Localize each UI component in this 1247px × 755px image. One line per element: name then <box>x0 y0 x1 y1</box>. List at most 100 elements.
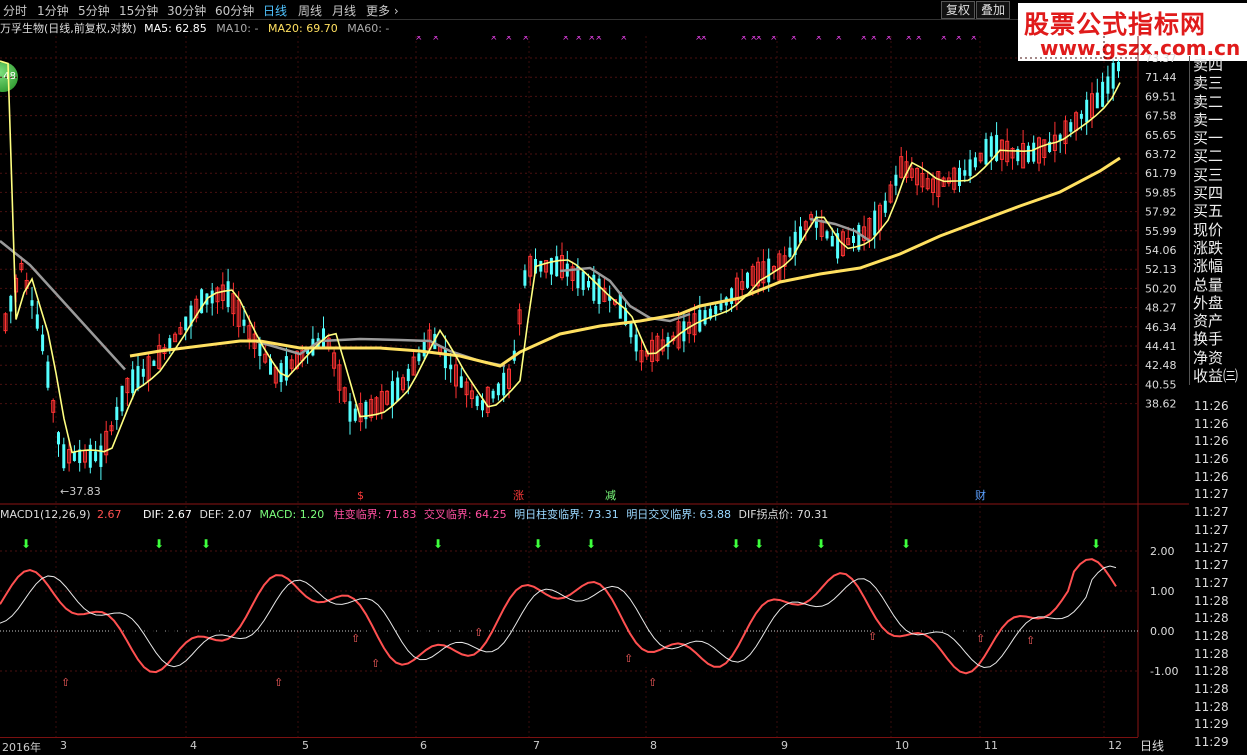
candle-body <box>1117 62 1120 71</box>
tab-5min[interactable]: 5分钟 <box>78 2 110 19</box>
sidebar-label: 卖四 <box>1189 56 1247 74</box>
tick-time: 11:26 <box>1189 433 1247 451</box>
macd-bar <box>834 570 837 630</box>
macd-bar <box>1035 625 1038 630</box>
macd-bar <box>703 630 706 684</box>
candle-body <box>41 335 44 352</box>
price-axis-label: 59.85 <box>1145 186 1177 199</box>
sidebar-label: 外盘 <box>1189 294 1247 312</box>
tab-monthly[interactable]: 月线 <box>332 2 356 19</box>
candle-body <box>894 175 897 186</box>
macd-bar <box>422 630 425 661</box>
macd-bar <box>838 571 841 630</box>
macd-bar <box>73 621 76 630</box>
candle-body <box>1032 143 1035 162</box>
macd-bar <box>69 621 72 630</box>
price-axis-label: 52.13 <box>1145 263 1177 276</box>
macd-bar <box>271 572 274 630</box>
tab-15min[interactable]: 15分钟 <box>119 2 158 19</box>
macd-bar <box>94 618 97 630</box>
tick-time: 11:29 <box>1189 716 1247 734</box>
macd-bar <box>52 606 55 630</box>
event-marker: × <box>415 36 423 43</box>
candle-body <box>460 376 463 387</box>
candle-body <box>152 361 155 366</box>
stock-info-line: 万孚生物(日线,前复权,对数) MA5: 62.85 MA10: - MA20:… <box>0 20 389 36</box>
sidebar-label: 买二 <box>1189 147 1247 165</box>
macd-bar <box>288 586 291 630</box>
macd-bar <box>1111 592 1114 630</box>
macd-bar <box>355 614 358 630</box>
candle-body <box>481 400 484 410</box>
macd-bar <box>254 588 257 630</box>
macd-bar <box>292 592 295 630</box>
tab-30min[interactable]: 30分钟 <box>167 2 206 19</box>
macd-bar <box>955 630 958 692</box>
macd-bar <box>321 603 324 630</box>
tick-time: 11:26 <box>1189 398 1247 416</box>
candle-body <box>31 300 34 306</box>
candle-body <box>629 322 632 337</box>
candle-body <box>598 279 601 304</box>
ma60-line-late <box>810 219 870 241</box>
overlay-button[interactable]: 叠加 <box>976 1 1010 19</box>
macd-bar <box>212 630 215 653</box>
macd-bar <box>653 630 656 663</box>
macd-bar <box>6 581 9 630</box>
macd-bar <box>863 615 866 630</box>
macd-bar <box>590 583 593 630</box>
macd-bar <box>892 630 895 648</box>
macd-bar <box>363 630 366 632</box>
event-marker: × <box>885 36 893 43</box>
month-label: 11 <box>984 739 998 752</box>
tab-more[interactable]: 更多 › <box>366 2 399 19</box>
tick-time: 11:26 <box>1189 416 1247 434</box>
tick-time: 11:27 <box>1189 504 1247 522</box>
candle-body <box>539 261 542 272</box>
jiaocha-value: 交叉临界: 64.25 <box>424 508 507 521</box>
candle-body <box>852 236 855 243</box>
event-marker: × <box>595 36 603 43</box>
tab-weekly[interactable]: 周线 <box>298 2 322 19</box>
macd-bar <box>540 597 543 630</box>
month-label: 7 <box>533 739 540 752</box>
candle-body <box>1101 82 1104 107</box>
macd-bar <box>279 577 282 630</box>
tab-daily[interactable]: 日线 <box>263 2 287 19</box>
macd-bar <box>649 630 652 666</box>
buy-arrow-icon: ⬇ <box>816 537 826 551</box>
macd-bar <box>661 630 664 659</box>
tick-time: 11:28 <box>1189 646 1247 664</box>
candle-body <box>407 369 410 381</box>
candle-body <box>449 365 452 370</box>
month-label: 3 <box>60 739 67 752</box>
macd-bar <box>964 630 967 690</box>
candle-body <box>995 135 998 161</box>
macd-bar <box>716 630 719 682</box>
event-marker: × <box>790 36 798 43</box>
candle-body <box>444 349 447 368</box>
macd-bar <box>1115 599 1118 630</box>
month-label: 4 <box>190 739 197 752</box>
macd-bar <box>577 584 580 630</box>
macd-bar <box>1060 578 1063 630</box>
tab-fenshi[interactable]: 分时 <box>3 2 27 19</box>
macd-bar <box>149 630 152 691</box>
tab-1min[interactable]: 1分钟 <box>37 2 69 19</box>
date-axis: 2016年3456789101112 <box>0 737 1138 754</box>
candle-body <box>720 303 723 310</box>
tab-60min[interactable]: 60分钟 <box>215 2 254 19</box>
macd-bar <box>771 603 774 630</box>
candle-body <box>243 320 246 326</box>
macd-bar <box>1014 623 1017 630</box>
ma20-value: MA20: 69.70 <box>268 22 338 35</box>
chevron-right-icon: › <box>394 4 399 18</box>
candle-body <box>396 378 399 402</box>
candle-body <box>788 248 791 257</box>
month-label: 10 <box>895 739 909 752</box>
macd-axis-label: 0.00 <box>1150 625 1175 638</box>
fuquan-button[interactable]: 复权 <box>941 1 975 19</box>
macd-bar <box>607 608 610 630</box>
macd-bar <box>619 630 622 638</box>
candle-body <box>582 272 585 290</box>
